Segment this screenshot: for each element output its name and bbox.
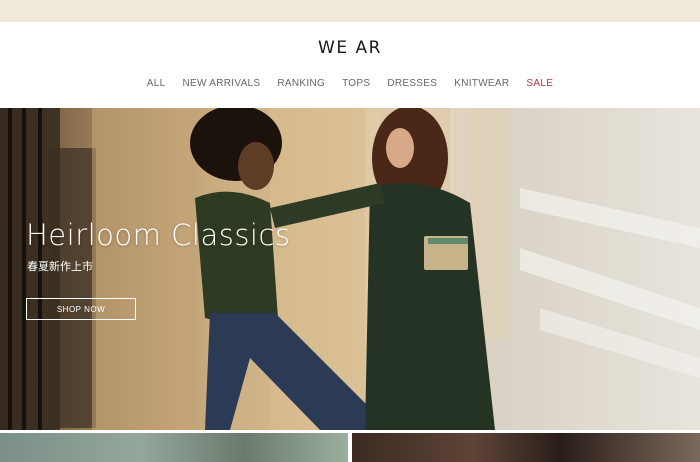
hero-subtitle: 春夏新作上市: [27, 261, 93, 273]
nav-item-all[interactable]: ALL: [147, 78, 166, 89]
shop-now-button[interactable]: SHOP NOW: [26, 298, 136, 320]
nav-item-sale[interactable]: SALE: [526, 78, 553, 89]
nav-item-knitwear[interactable]: KNITWEAR: [454, 78, 509, 89]
nav-item-dresses[interactable]: DRESSES: [387, 78, 437, 89]
nav-item-new-arrivals[interactable]: NEW ARRIVALS: [183, 78, 261, 89]
nav-item-ranking[interactable]: RANKING: [277, 78, 325, 89]
top-banner: [0, 0, 700, 22]
main-nav: ALL NEW ARRIVALS RANKING TOPS DRESSES KN…: [0, 78, 700, 89]
promo-tile-right[interactable]: [352, 433, 700, 462]
hero-banner[interactable]: Heirloom Classics 春夏新作上市 SHOP NOW: [0, 108, 700, 430]
hero-title: Heirloom Classics: [26, 218, 291, 252]
hero-photo: [0, 108, 700, 430]
promo-tile-left[interactable]: [0, 433, 348, 462]
promo-tiles: [0, 430, 700, 462]
nav-item-tops[interactable]: TOPS: [342, 78, 370, 89]
brand-logo[interactable]: WE AR: [0, 38, 700, 58]
site-header: WE AR ALL NEW ARRIVALS RANKING TOPS DRES…: [0, 22, 700, 108]
